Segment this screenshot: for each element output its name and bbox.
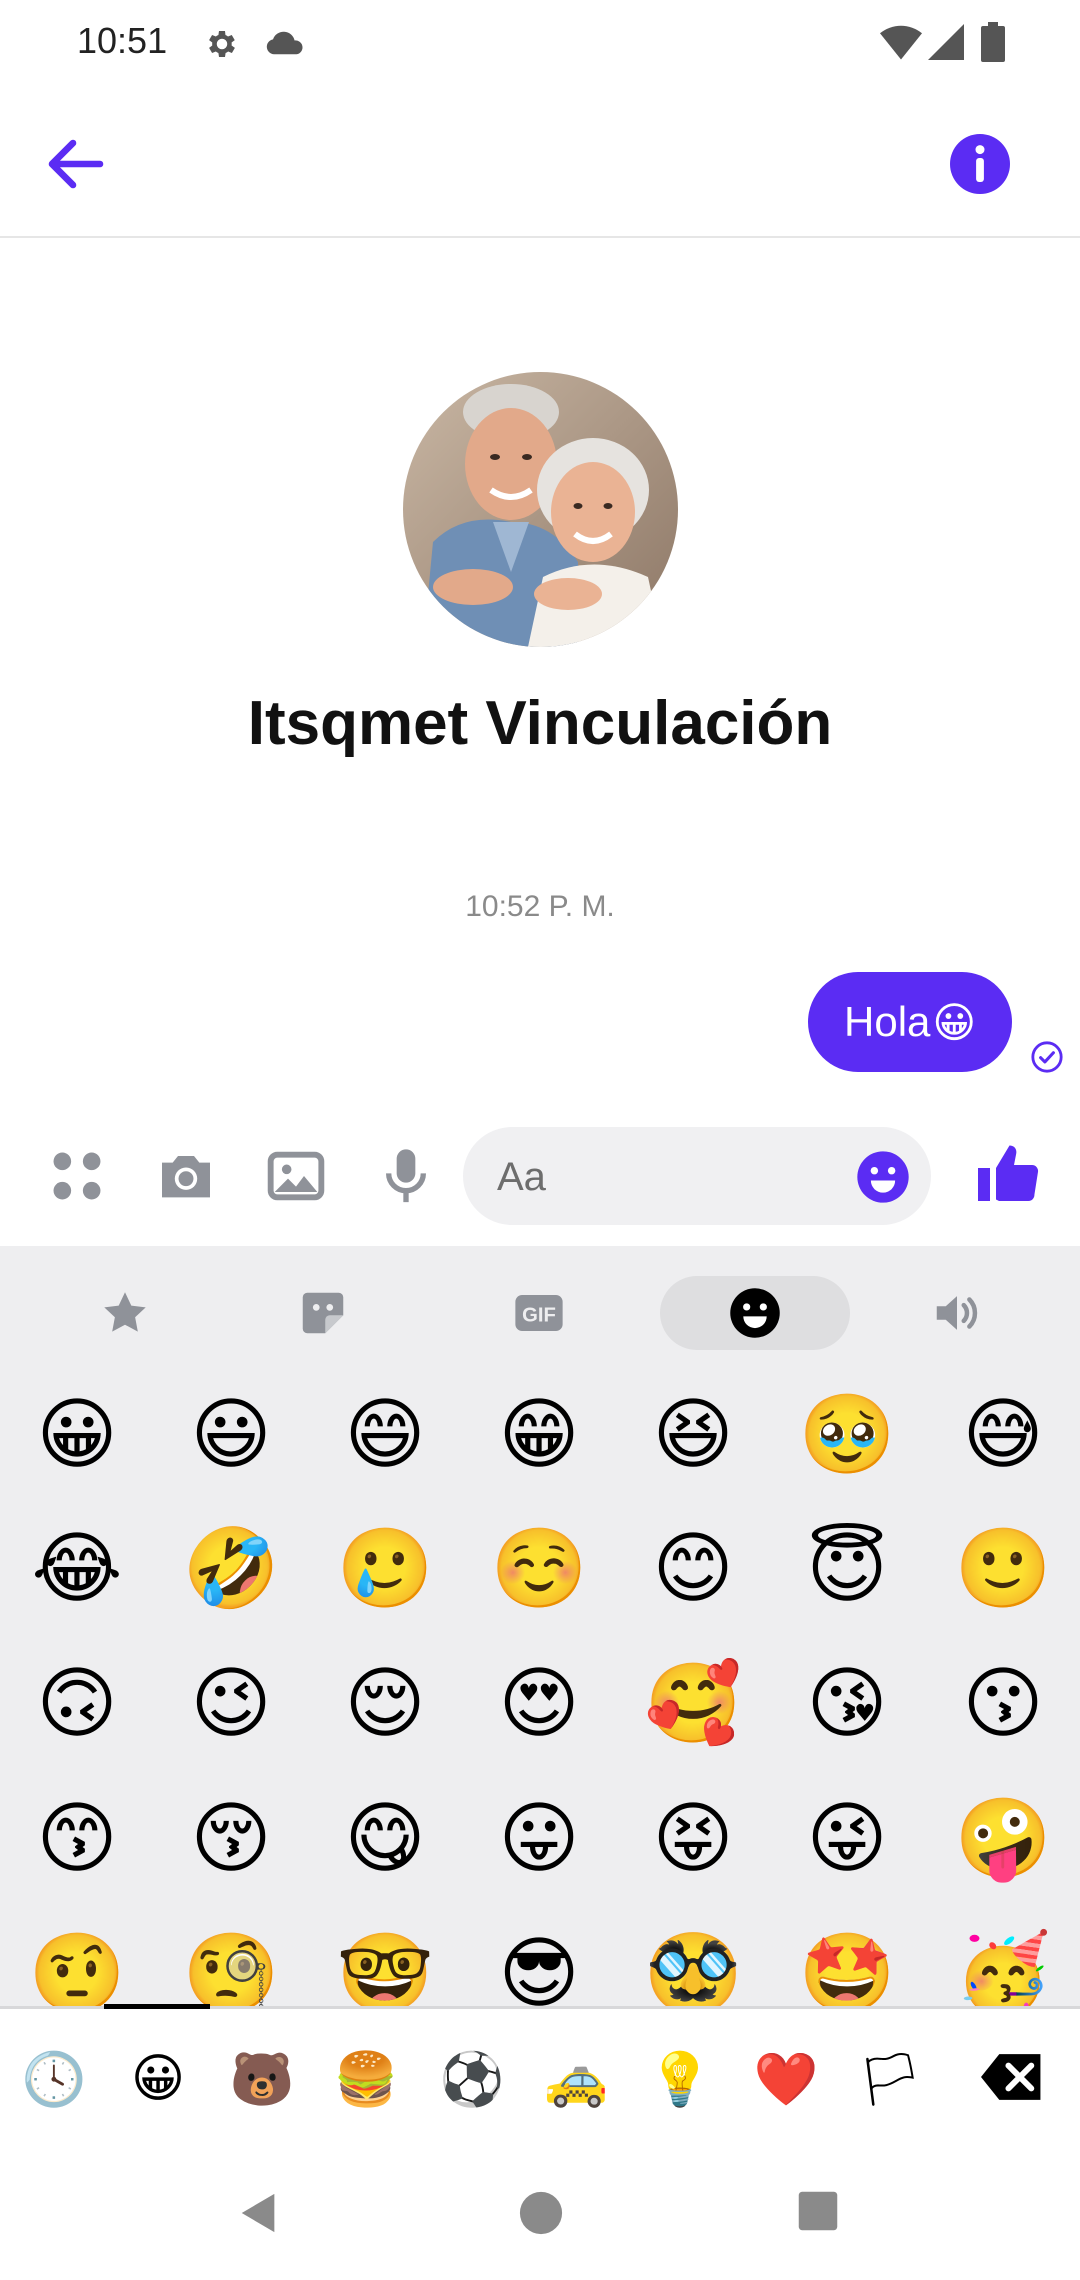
gif-label: GIF bbox=[522, 1305, 556, 1327]
sent-status-check-icon bbox=[1031, 1041, 1063, 1073]
camera-icon[interactable] bbox=[154, 1144, 218, 1208]
signal-icon bbox=[928, 24, 964, 60]
nav-back-icon[interactable] bbox=[236, 2190, 282, 2236]
emoji-cell[interactable]: 🙃 bbox=[22, 1649, 132, 1759]
emoji-cell[interactable]: 😄 bbox=[330, 1380, 440, 1490]
thumbs-up-icon[interactable] bbox=[972, 1138, 1044, 1210]
category-activities[interactable]: ⚽ bbox=[438, 2045, 506, 2113]
message-text: Hola bbox=[844, 998, 931, 1045]
emoji-cell[interactable]: 🥸 bbox=[638, 1919, 748, 2006]
message-input[interactable]: Aa bbox=[463, 1127, 931, 1225]
more-apps-icon[interactable] bbox=[45, 1144, 109, 1208]
emoji-grid: 😀 😃 😄 😁 😆 🥹 😅 😂 🤣 🥲 ☺️ 😊 😇 🙂 🙃 😉 😌 😍 🥰 😘 😗 😙 😚 😋 😛 😝 😜 🤪 🤨 🧐 🤓 😎 🥸 🤩 🥳 bbox=[0, 1370, 1080, 2006]
emoji-category-bar: 🕓 😀 🐻 🍔 ⚽ 🚕 💡 ❤️ 🏳 bbox=[0, 2004, 1080, 2146]
message-emoji: 😀 bbox=[932, 997, 977, 1047]
nav-home-icon[interactable] bbox=[518, 2190, 564, 2236]
wifi-icon bbox=[880, 25, 922, 60]
emoji-cell[interactable]: 🥲 bbox=[330, 1514, 440, 1624]
sticker-icon bbox=[302, 1292, 344, 1334]
tab-emoji[interactable] bbox=[660, 1276, 850, 1350]
category-flags[interactable]: 🏳 bbox=[856, 2045, 924, 2113]
emoji-cell[interactable]: 😛 bbox=[484, 1784, 594, 1894]
emoji-cell[interactable]: 😙 bbox=[22, 1784, 132, 1894]
emoji-cell[interactable]: 🤓 bbox=[330, 1919, 440, 2006]
conversation-header bbox=[0, 88, 1080, 238]
tab-gif[interactable]: GIF bbox=[444, 1276, 634, 1350]
emoji-cell[interactable]: 😚 bbox=[176, 1784, 286, 1894]
emoji-cell[interactable]: 🥰 bbox=[638, 1649, 748, 1759]
emoji-cell[interactable]: 🥳 bbox=[948, 1919, 1058, 2006]
gallery-icon[interactable] bbox=[264, 1144, 328, 1208]
emoji-panel-tabs: GIF bbox=[0, 1246, 1080, 1370]
nav-recents-icon[interactable] bbox=[797, 2190, 839, 2232]
emoji-cell[interactable]: 😝 bbox=[638, 1784, 748, 1894]
message-composer: Aa bbox=[0, 1112, 1080, 1244]
emoji-cell[interactable]: 😘 bbox=[792, 1649, 902, 1759]
category-symbols[interactable]: ❤️ bbox=[752, 2045, 820, 2113]
system-navigation-bar bbox=[0, 2146, 1080, 2280]
emoji-cell[interactable]: 🤪 bbox=[948, 1784, 1058, 1894]
emoji-cell[interactable]: 😅 bbox=[948, 1380, 1058, 1490]
emoji-cell[interactable]: 🙂 bbox=[948, 1514, 1058, 1624]
emoji-cell[interactable]: ☺️ bbox=[484, 1514, 594, 1624]
tab-stickers[interactable] bbox=[228, 1276, 418, 1350]
emoji-cell[interactable]: 😊 bbox=[638, 1514, 748, 1624]
active-category-indicator bbox=[104, 2004, 210, 2009]
emoji-cell[interactable]: 😁 bbox=[484, 1380, 594, 1490]
settings-gear-icon bbox=[209, 30, 235, 58]
emoji-cell[interactable]: 😃 bbox=[176, 1380, 286, 1490]
status-time: 10:51 bbox=[77, 20, 168, 61]
emoji-cell[interactable]: 😗 bbox=[948, 1649, 1058, 1759]
emoji-cell[interactable]: 😇 bbox=[792, 1514, 902, 1624]
emoji-cell[interactable]: 😎 bbox=[484, 1919, 594, 2006]
emoji-cell[interactable]: 😜 bbox=[792, 1784, 902, 1894]
emoji-cell[interactable]: 😉 bbox=[176, 1649, 286, 1759]
emoji-cell[interactable]: 😆 bbox=[638, 1380, 748, 1490]
category-food[interactable]: 🍔 bbox=[332, 2045, 400, 2113]
info-icon[interactable] bbox=[944, 128, 1016, 200]
emoji-cell[interactable]: 🤣 bbox=[176, 1514, 286, 1624]
backspace-icon[interactable] bbox=[981, 2049, 1045, 2105]
emoji-smiley-icon[interactable] bbox=[855, 1149, 911, 1205]
emoji-cell[interactable]: 😀 bbox=[22, 1380, 132, 1490]
emoji-keyboard: GIF 😀 😃 😄 😁 😆 🥹 😅 😂 🤣 🥲 ☺️ 😊 😇 🙂 🙃 😉 😌 😍 🥰 😘 😗 😙 😚 😋 😛 😝 😜 🤪 🤨 🧐 🤓 😎 🥸 🤩 🥳 bbox=[0, 1246, 1080, 2146]
speaker-icon bbox=[936, 1296, 978, 1330]
category-objects[interactable]: 💡 bbox=[646, 2045, 714, 2113]
emoji-cell[interactable]: 🤨 bbox=[22, 1919, 132, 2006]
emoji-cell[interactable]: 😌 bbox=[330, 1649, 440, 1759]
category-recent[interactable]: 🕓 bbox=[20, 2045, 88, 2113]
contact-avatar[interactable] bbox=[403, 372, 678, 647]
message-input-placeholder: Aa bbox=[497, 1155, 546, 1199]
contact-name: Itsqmet Vinculación bbox=[247, 689, 833, 758]
emoji-cell[interactable]: 😍 bbox=[484, 1649, 594, 1759]
back-arrow-icon[interactable] bbox=[40, 128, 112, 200]
cloud-icon bbox=[266, 31, 303, 55]
gif-icon: GIF bbox=[515, 1295, 563, 1331]
emoji-cell[interactable]: 🤩 bbox=[792, 1919, 902, 2006]
emoji-face-icon bbox=[730, 1288, 780, 1338]
microphone-icon[interactable] bbox=[374, 1144, 438, 1208]
tab-sounds[interactable] bbox=[862, 1276, 1052, 1350]
emoji-cell[interactable]: 🥹 bbox=[792, 1380, 902, 1490]
emoji-cell[interactable]: 😂 bbox=[22, 1514, 132, 1624]
category-animals[interactable]: 🐻 bbox=[228, 2045, 296, 2113]
tab-favorites[interactable] bbox=[30, 1276, 220, 1350]
message-timestamp: 10:52 P. M. bbox=[465, 890, 615, 923]
emoji-cell[interactable]: 😋 bbox=[330, 1784, 440, 1894]
emoji-cell[interactable]: 🧐 bbox=[176, 1919, 286, 2006]
sent-message-bubble[interactable]: Hola 😀 bbox=[808, 972, 1013, 1072]
category-smileys[interactable]: 😀 bbox=[124, 2045, 192, 2113]
battery-icon bbox=[981, 22, 1005, 62]
star-icon bbox=[104, 1292, 146, 1332]
category-travel[interactable]: 🚕 bbox=[542, 2045, 610, 2113]
status-bar: 10:51 bbox=[0, 0, 1080, 88]
